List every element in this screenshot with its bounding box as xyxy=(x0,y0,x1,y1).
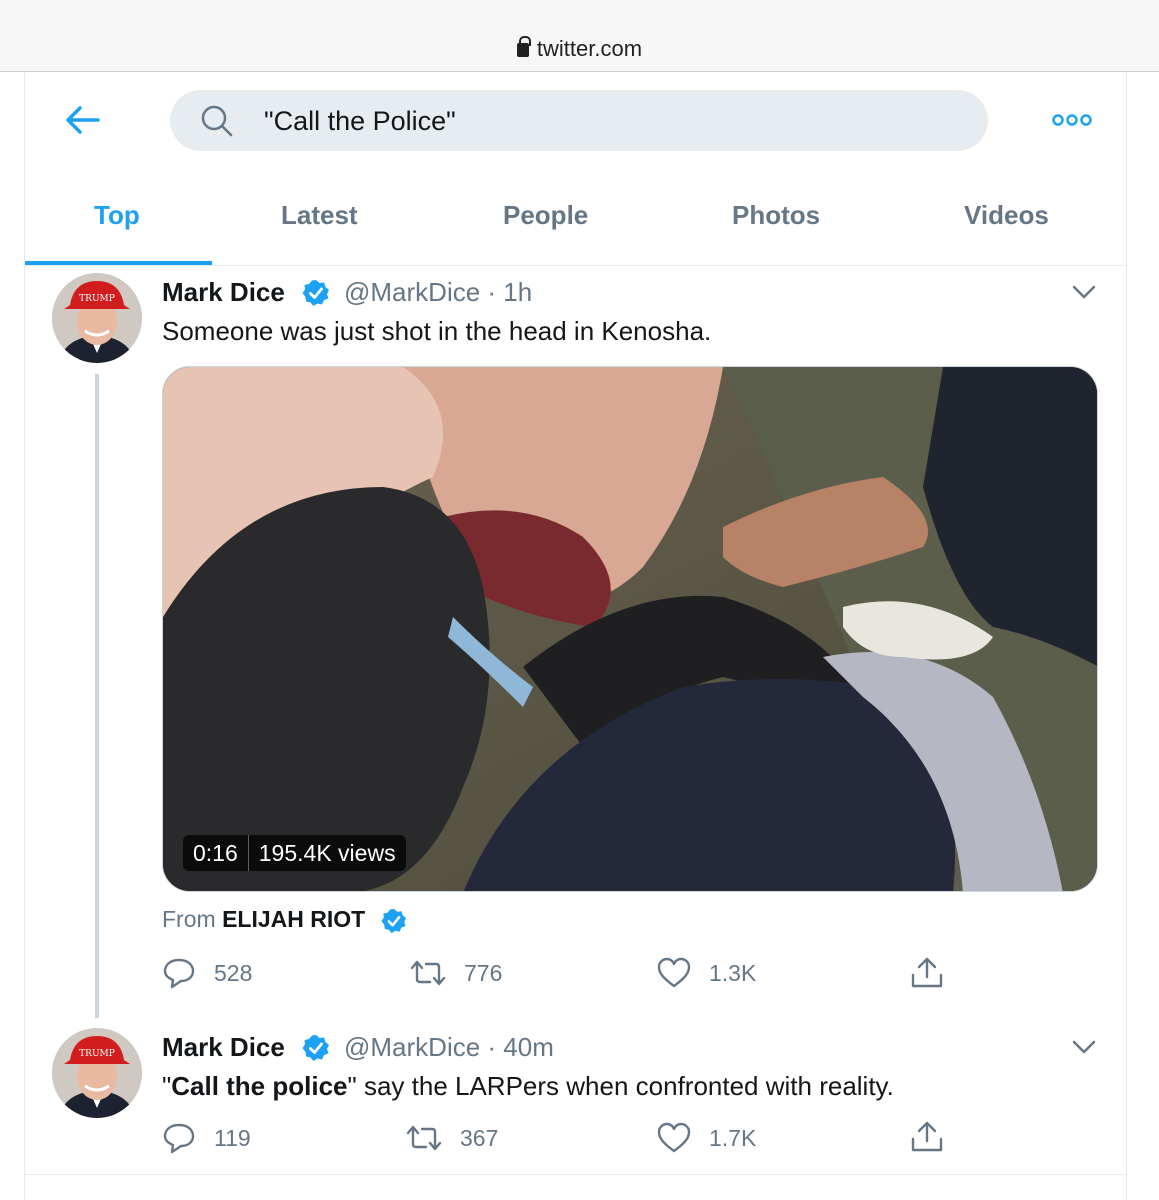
reply-count: 119 xyxy=(214,1124,251,1151)
tab-videos[interactable]: Videos xyxy=(964,200,1049,231)
video-views: 195.4K views xyxy=(258,839,396,866)
avatar[interactable]: TRUMP xyxy=(52,273,142,363)
tab-top[interactable]: Top xyxy=(94,200,140,231)
author-handle-time[interactable]: @MarkDice · 40m xyxy=(344,1032,554,1063)
active-tab-indicator xyxy=(25,261,212,265)
reply-icon xyxy=(163,1123,195,1154)
share-icon[interactable] xyxy=(910,1120,944,1154)
video-thumbnail xyxy=(163,367,1097,891)
highlighted-search-term: Call the police xyxy=(171,1071,348,1101)
from-account-name[interactable]: ELIJAH RIOT xyxy=(222,906,365,932)
chevron-down-icon[interactable] xyxy=(1071,284,1097,300)
back-arrow-icon[interactable] xyxy=(64,100,100,140)
tweet-divider xyxy=(24,1174,1127,1175)
search-icon xyxy=(201,105,233,137)
tweet-text-rest: " say the LARPers when confronted with r… xyxy=(347,1071,894,1101)
search-tabs: Top Latest People Photos Videos xyxy=(24,170,1127,266)
video-stats-badge: 0:16 195.4K views xyxy=(183,835,406,871)
reply-icon xyxy=(163,958,195,989)
tab-latest[interactable]: Latest xyxy=(281,200,358,231)
author-handle-time[interactable]: @MarkDice · 1h xyxy=(344,277,532,308)
video-duration: 0:16 xyxy=(193,839,238,866)
search-input[interactable]: "Call the Police" xyxy=(264,106,456,137)
retweet-count: 367 xyxy=(460,1124,499,1151)
tweet-text: "Call the police" say the LARPers when c… xyxy=(162,1071,894,1102)
browser-address-bar[interactable]: twitter.com xyxy=(0,0,1159,72)
heart-icon xyxy=(657,957,691,988)
retweet-icon xyxy=(410,960,446,986)
avatar[interactable]: TRUMP xyxy=(52,1028,142,1118)
tab-photos[interactable]: Photos xyxy=(732,200,820,231)
more-options-icon[interactable] xyxy=(1050,110,1094,130)
author-name[interactable]: Mark Dice xyxy=(162,1032,285,1063)
like-count: 1.3K xyxy=(709,959,757,986)
reply-button[interactable]: 528 xyxy=(162,957,252,989)
heart-icon xyxy=(657,1122,691,1153)
like-count: 1.7K xyxy=(709,1124,757,1151)
hat-text: TRUMP xyxy=(79,294,115,304)
hat-text: TRUMP xyxy=(79,1049,115,1059)
thread-line xyxy=(95,374,99,1018)
video-attribution: From ELIJAH RIOT xyxy=(162,906,365,933)
like-button[interactable]: 1.7K xyxy=(657,1122,756,1154)
url-display[interactable]: twitter.com xyxy=(0,36,1159,62)
verified-badge-icon xyxy=(302,280,329,306)
url-text: twitter.com xyxy=(536,36,643,61)
retweet-icon xyxy=(406,1125,442,1151)
verified-badge-icon xyxy=(381,908,407,934)
share-icon[interactable] xyxy=(910,956,944,990)
like-button[interactable]: 1.3K xyxy=(657,957,756,989)
verified-badge-icon xyxy=(302,1035,329,1061)
search-bar[interactable]: "Call the Police" xyxy=(170,90,988,151)
reply-count: 528 xyxy=(214,959,253,986)
from-label: From xyxy=(162,906,216,932)
retweet-count: 776 xyxy=(464,959,503,986)
tab-people[interactable]: People xyxy=(503,200,588,231)
video-player[interactable]: 0:16 195.4K views xyxy=(162,366,1098,892)
author-name[interactable]: Mark Dice xyxy=(162,277,285,308)
reply-button[interactable]: 119 xyxy=(162,1122,251,1154)
retweet-button[interactable]: 776 xyxy=(410,957,502,989)
retweet-button[interactable]: 367 xyxy=(406,1122,498,1154)
lock-icon xyxy=(516,36,531,57)
tweet-text: Someone was just shot in the head in Ken… xyxy=(162,316,712,346)
quote-open: " xyxy=(162,1071,172,1101)
chevron-down-icon[interactable] xyxy=(1071,1039,1097,1055)
